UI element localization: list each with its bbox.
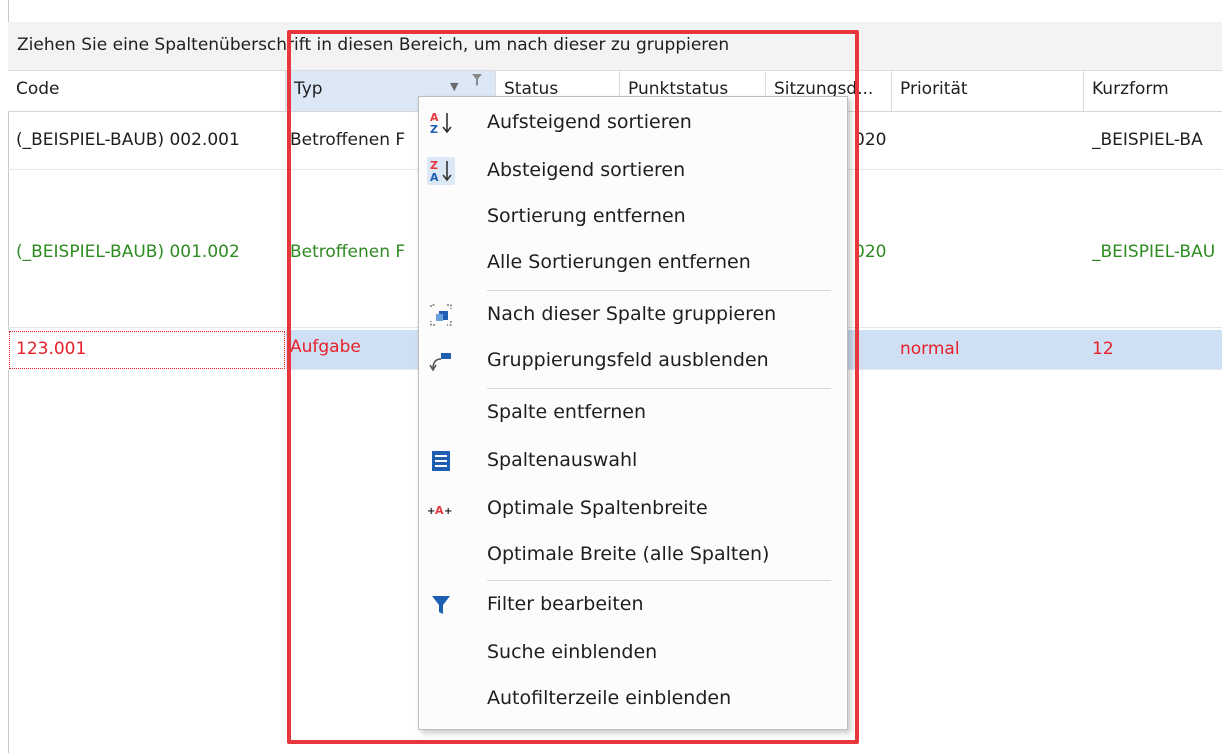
menu-item-label: Optimale Breite (alle Spalten) (487, 543, 770, 565)
menu-item-label: Absteigend sortieren (487, 159, 686, 181)
group-panel-hint: Ziehen Sie eine Spaltenüberschrift in di… (17, 35, 730, 55)
menu-item-group-by-column[interactable]: Nach dieser Spalte gruppieren (419, 293, 845, 337)
menu-item-column-chooser[interactable]: Spaltenauswahl (419, 439, 845, 483)
sort-ascending-icon: A Z (427, 109, 455, 137)
column-header-prioritaet[interactable]: Priorität (892, 71, 1084, 111)
menu-item-label: Alle Sortierungen entfernen (487, 251, 751, 273)
cell-typ: Betroffenen F (290, 242, 406, 262)
svg-text:A: A (430, 171, 439, 184)
menu-item-label: Spaltenauswahl (487, 449, 638, 471)
best-fit-icon: + A + (427, 495, 455, 523)
menu-item-label: Filter bearbeiten (487, 593, 644, 615)
menu-separator (487, 290, 831, 291)
menu-item-show-search[interactable]: Suche einblenden (419, 631, 845, 675)
menu-item-remove-column[interactable]: Spalte entfernen (419, 391, 845, 435)
menu-item-label: Autofilterzeile einblenden (487, 687, 732, 709)
column-chooser-icon (427, 447, 455, 475)
cell-code[interactable]: 123.001 (8, 330, 286, 370)
group-by-panel[interactable]: Ziehen Sie eine Spaltenüberschrift in di… (8, 22, 1222, 71)
menu-item-show-autofilter-row[interactable]: Autofilterzeile einblenden (419, 677, 845, 721)
hide-group-panel-icon (427, 347, 455, 375)
cell-sitzungsdatum: 020 (854, 130, 886, 150)
menu-item-label: Suche einblenden (487, 641, 658, 663)
menu-item-sort-ascending[interactable]: A Z Aufsteigend sortieren (419, 101, 845, 145)
group-by-column-icon (427, 301, 455, 329)
menu-item-sort-descending[interactable]: Z A Absteigend sortieren (419, 149, 845, 193)
svg-text:+: + (444, 506, 452, 517)
menu-item-clear-sorting[interactable]: Sortierung entfernen (419, 195, 845, 239)
cell-kurzform: 12 (1092, 339, 1114, 359)
menu-item-label: Nach dieser Spalte gruppieren (487, 303, 777, 325)
cell-code: (_BEISPIEL-BAUB) 001.002 (16, 242, 240, 262)
cell-kurzform: _BEISPIEL-BAU (1092, 242, 1216, 262)
svg-text:Z: Z (430, 123, 438, 136)
cell-typ: Aufgabe (290, 337, 361, 357)
filter-icon (427, 591, 455, 619)
column-header-code[interactable]: Code (8, 71, 286, 111)
column-context-menu: A Z Aufsteigend sortieren Z A Absteigend… (418, 96, 848, 730)
column-filter-icon[interactable] (472, 74, 482, 86)
cell-code: (_BEISPIEL-BAUB) 002.001 (16, 130, 240, 150)
cell-prioritaet: normal (900, 339, 960, 359)
sort-descending-icon: Z A (427, 157, 455, 185)
column-dropdown-arrow-icon[interactable]: ▼ (450, 80, 458, 93)
menu-item-filter-editor[interactable]: Filter bearbeiten (419, 583, 845, 627)
column-header-kurzform[interactable]: Kurzform (1084, 71, 1222, 111)
cell-typ: Betroffenen F (290, 130, 406, 150)
menu-item-label: Sortierung entfernen (487, 205, 686, 227)
menu-separator (487, 580, 831, 581)
cell-sitzungsdatum: 020 (854, 242, 886, 262)
menu-item-label: Aufsteigend sortieren (487, 111, 692, 133)
menu-item-clear-all-sorting[interactable]: Alle Sortierungen entfernen (419, 241, 845, 285)
menu-item-label: Optimale Spaltenbreite (487, 497, 708, 519)
menu-item-hide-group-panel[interactable]: Gruppierungsfeld ausblenden (419, 339, 845, 383)
menu-item-label: Gruppierungsfeld ausblenden (487, 349, 769, 371)
menu-separator (487, 388, 831, 389)
menu-item-label: Spalte entfernen (487, 401, 647, 423)
menu-item-best-fit[interactable]: + A + Optimale Spaltenbreite (419, 487, 845, 531)
svg-text:A: A (435, 504, 444, 517)
menu-item-best-fit-all-columns[interactable]: Optimale Breite (alle Spalten) (419, 533, 845, 577)
cell-kurzform: _BEISPIEL-BA (1092, 130, 1203, 150)
